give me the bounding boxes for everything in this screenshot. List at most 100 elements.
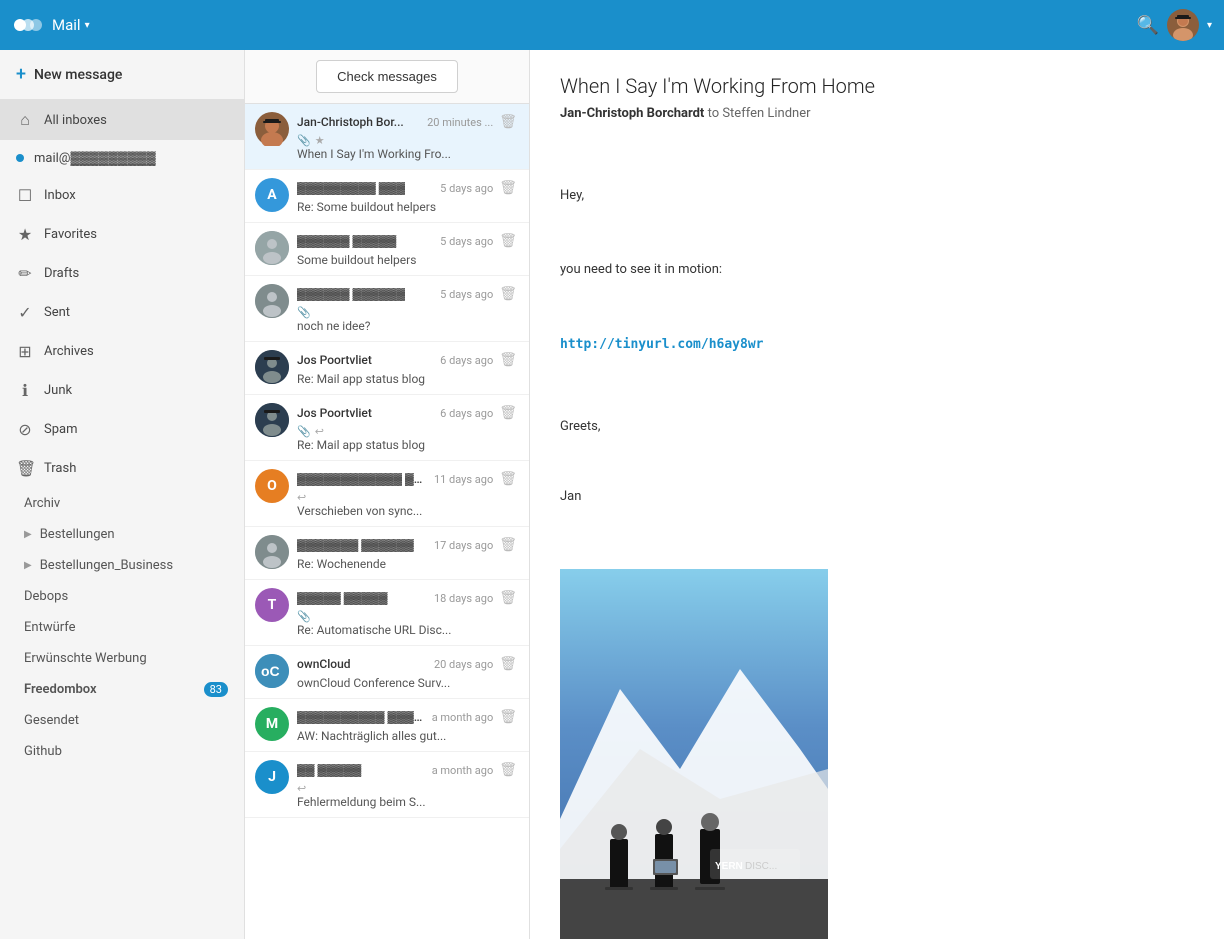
sidebar-item-junk[interactable]: ℹ Junk [0,371,244,410]
sender-avatar: J [255,760,289,794]
sidebar-item-spam[interactable]: ⊘ Spam [0,410,244,449]
email-meta: Jan-Christoph Borchardt to Steffen Lindn… [560,106,1194,121]
sidebar-folder-bestellungen-business[interactable]: ▶ Bestellungen_Business [0,550,244,581]
message-item[interactable]: A ▓▓▓▓▓▓▓▓▓ ▓▓▓ 5 days ago 🗑 Re: Some bu… [245,170,529,223]
message-item[interactable]: Jan-Christoph Bor... 20 minutes ... 🗑 📎 … [245,104,529,170]
sidebar-item-archives[interactable]: ⊞ Archives [0,332,244,371]
message-content: ▓▓▓▓▓▓ ▓▓▓▓▓ 5 days ago 🗑 Some buildout … [297,231,519,267]
attachment-icon: 📎 [297,610,311,623]
message-subject: Re: Some buildout helpers [297,200,519,214]
delete-message-button[interactable]: 🗑 [497,760,519,780]
image-svg: YERN DISC... [560,569,828,939]
message-item[interactable]: O ▓▓▓▓▓▓▓▓▓▓▓▓ ▓▓▓ 11 days ago 🗑 ↩ Versc… [245,461,529,527]
app-name[interactable]: Mail ▾ [52,16,90,34]
attachment-icon: 📎 [297,134,311,147]
delete-message-button[interactable]: 🗑 [497,469,519,489]
folder-label: Bestellungen [40,527,115,542]
sidebar-item-inbox[interactable]: ☐ Inbox [0,176,244,215]
app-logo[interactable] [12,9,44,41]
message-item[interactable]: T ▓▓▓▓▓ ▓▓▓▓▓ 18 days ago 🗑 📎 Re: Automa… [245,580,529,646]
sidebar-item-mail-account[interactable]: mail@▓▓▓▓▓▓▓▓▓ [0,140,244,176]
email-embedded-image: LIVE FROM THE OFFICE [560,569,828,939]
message-content: ▓▓▓▓▓▓ ▓▓▓▓▓▓ 5 days ago 🗑 📎 noch ne ide… [297,284,519,333]
sidebar-folder-archiv[interactable]: Archiv [0,488,244,519]
delete-message-button[interactable]: 🗑 [497,588,519,608]
sidebar-folder-debops[interactable]: Debops [0,581,244,612]
sidebar-item-drafts[interactable]: ✏ Drafts [0,254,244,293]
reply-icon: ↩ [315,425,324,438]
message-item[interactable]: oC ownCloud 20 days ago 🗑 ownCloud Confe… [245,646,529,699]
sender-avatar [255,284,289,318]
message-item[interactable]: ▓▓▓▓▓▓ ▓▓▓▓▓ 5 days ago 🗑 Some buildout … [245,223,529,276]
chevron-right-icon: ▶ [24,529,32,540]
sent-icon: ✓ [16,303,34,322]
sidebar-item-label: Archives [44,344,228,359]
sidebar-folder-freedombox[interactable]: Freedombox 83 [0,674,244,705]
message-content: Jos Poortvliet 6 days ago 🗑 Re: Mail app… [297,350,519,386]
user-menu-chevron[interactable]: ▾ [1207,20,1212,31]
delete-message-button[interactable]: 🗑 [497,284,519,304]
sidebar: + New message ⌂ All inboxes mail@▓▓▓▓▓▓▓… [0,50,245,939]
email-view: When I Say I'm Working From Home Jan-Chr… [530,50,1224,939]
message-time: 20 days ago [434,658,493,671]
message-subject: ownCloud Conference Surv... [297,676,519,690]
search-icon[interactable]: 🔍 [1137,15,1159,36]
delete-message-button[interactable]: 🗑 [497,231,519,251]
email-to-label: to [708,106,723,121]
message-time: 20 minutes ... [427,116,493,129]
delete-message-button[interactable]: 🗑 [497,654,519,674]
sidebar-folder-entwurfe[interactable]: Entwürfe [0,612,244,643]
sidebar-folder-bestellungen[interactable]: ▶ Bestellungen [0,519,244,550]
message-header: ▓▓▓▓▓▓ ▓▓▓▓▓▓ 5 days ago 🗑 [297,284,519,304]
inbox-icon: ☐ [16,186,34,205]
sender-name: ▓▓▓▓▓▓ ▓▓▓▓▓ [297,234,436,248]
sidebar-item-label: mail@▓▓▓▓▓▓▓▓▓ [34,150,228,166]
message-header: ▓▓▓▓▓▓▓ ▓▓▓▓▓▓ 17 days ago 🗑 [297,535,519,555]
svg-text:DISC...: DISC... [745,861,777,872]
sidebar-folder-erwunschte-werbung[interactable]: Erwünschte Werbung [0,643,244,674]
delete-message-button[interactable]: 🗑 [497,403,519,423]
message-item[interactable]: J ▓▓ ▓▓▓▓▓ a month ago 🗑 ↩ Fehlermeldung… [245,752,529,818]
delete-message-button[interactable]: 🗑 [497,707,519,727]
sidebar-folder-gesendet[interactable]: Gesendet [0,705,244,736]
sidebar-folder-github[interactable]: Github [0,736,244,767]
message-item[interactable]: ▓▓▓▓▓▓ ▓▓▓▓▓▓ 5 days ago 🗑 📎 noch ne ide… [245,276,529,342]
avatar[interactable] [1167,9,1199,41]
message-header: ▓▓▓▓▓ ▓▓▓▓▓ 18 days ago 🗑 [297,588,519,608]
trash-icon: 🗑 [16,459,34,478]
message-time: a month ago [432,764,494,777]
message-item[interactable]: Jos Poortvliet 6 days ago 🗑 📎 ↩ Re: Mail… [245,395,529,461]
sidebar-item-all-inboxes[interactable]: ⌂ All inboxes [0,100,244,140]
message-subject: Some buildout helpers [297,253,519,267]
delete-message-button[interactable]: 🗑 [497,112,519,132]
message-subject: Fehlermeldung beim S... [297,795,519,809]
message-list: Check messages Jan-Christoph Bor... 20 m… [245,50,530,939]
sender-name: ownCloud [297,657,430,671]
sender-name: Jos Poortvliet [297,353,436,367]
sidebar-item-trash[interactable]: 🗑 Trash [0,449,244,488]
email-title: When I Say I'm Working From Home [560,74,1194,98]
delete-message-button[interactable]: 🗑 [497,350,519,370]
message-item[interactable]: ▓▓▓▓▓▓▓ ▓▓▓▓▓▓ 17 days ago 🗑 Re: Wochene… [245,527,529,580]
new-message-button[interactable]: + New message [0,50,244,100]
svg-text:YERN: YERN [715,861,743,872]
delete-message-button[interactable]: 🗑 [497,178,519,198]
email-link[interactable]: http://tinyurl.com/h6ay8wr [560,334,1194,356]
delete-message-button[interactable]: 🗑 [497,535,519,555]
sidebar-item-sent[interactable]: ✓ Sent [0,293,244,332]
check-messages-button[interactable]: Check messages [316,60,458,93]
message-icons: 📎 [297,610,519,623]
star-icon: ★ [16,225,34,244]
reply-icon: ↩ [297,782,306,795]
sender-avatar: A [255,178,289,212]
chevron-right-icon: ▶ [24,560,32,571]
sender-avatar [255,403,289,437]
message-item[interactable]: Jos Poortvliet 6 days ago 🗑 Re: Mail app… [245,342,529,395]
sidebar-item-label: Favorites [44,227,228,242]
message-header: ▓▓▓▓▓▓ ▓▓▓▓▓ 5 days ago 🗑 [297,231,519,251]
message-item[interactable]: M ▓▓▓▓▓▓▓▓▓▓ ▓▓▓▓▓ a month ago 🗑 AW: Nac… [245,699,529,752]
message-header: Jan-Christoph Bor... 20 minutes ... 🗑 [297,112,519,132]
sidebar-item-favorites[interactable]: ★ Favorites [0,215,244,254]
email-image-container: LIVE FROM THE OFFICE [560,569,1194,939]
message-content: ▓▓▓▓▓▓▓▓▓▓ ▓▓▓▓▓ a month ago 🗑 AW: Nacht… [297,707,519,743]
